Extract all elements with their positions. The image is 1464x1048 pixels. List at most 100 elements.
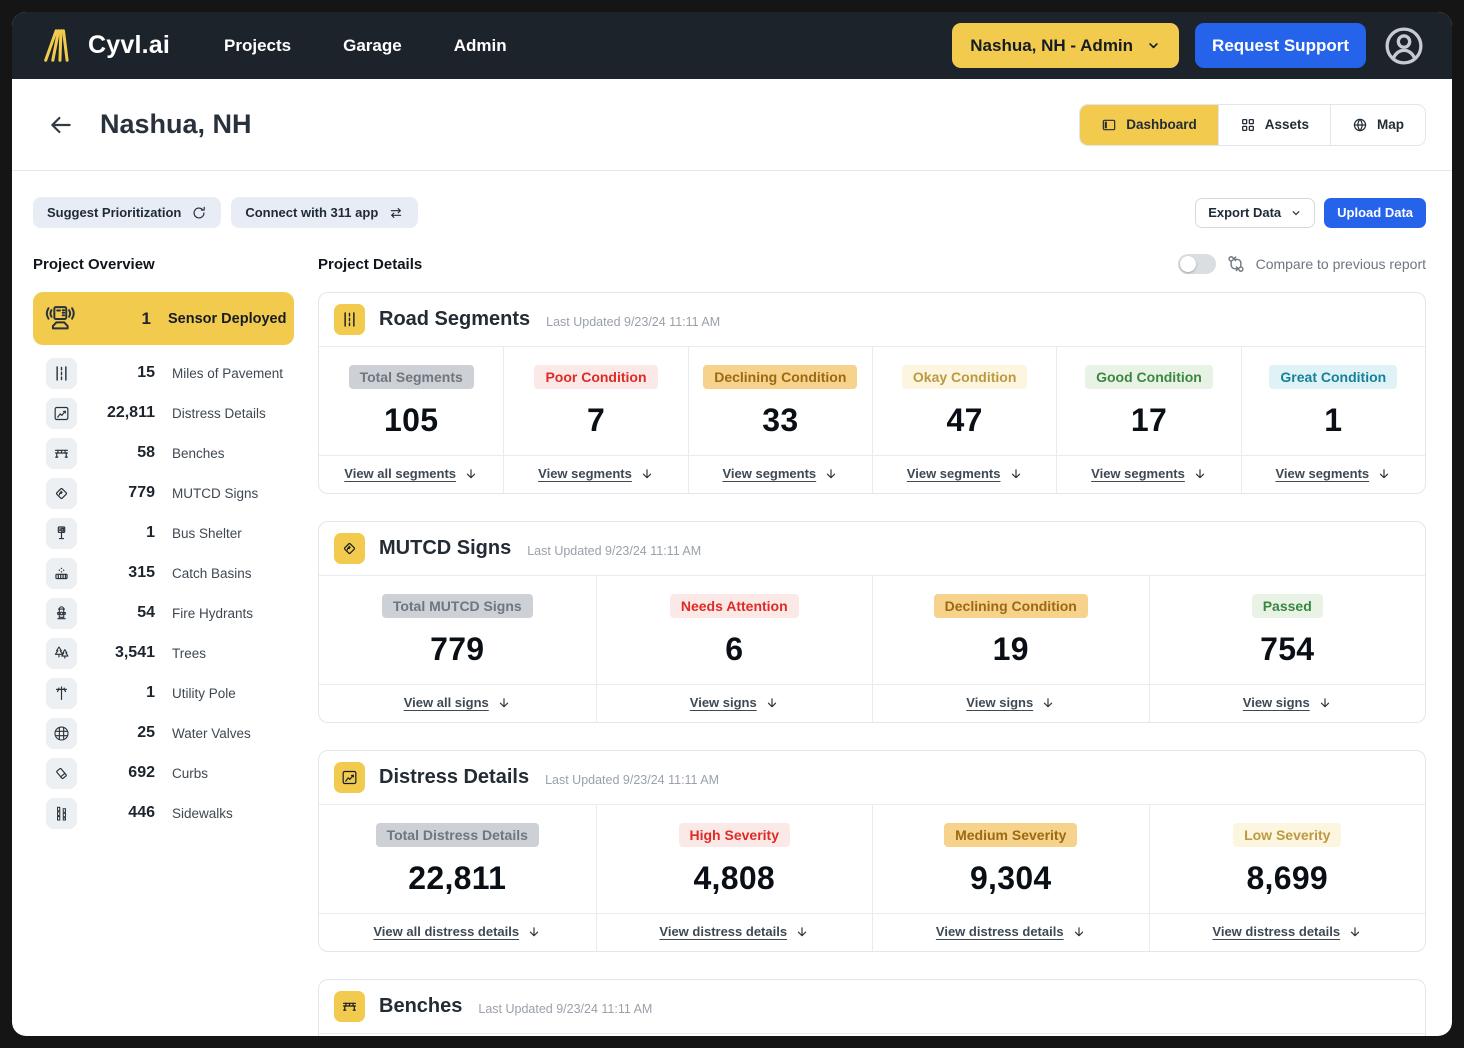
- card-benches: Benches Last Updated 9/23/24 11:11 AM: [318, 979, 1426, 1036]
- card-updated: Last Updated 9/23/24 11:11 AM: [545, 772, 720, 787]
- sidebar-item-sidewalks[interactable]: 446 Sidewalks: [33, 793, 294, 833]
- stat-total-segments: Total Segments 105: [319, 347, 503, 455]
- org-selector-button[interactable]: Nashua, NH - Admin: [952, 23, 1180, 68]
- stat-badge: Total Segments: [348, 365, 474, 389]
- nav-link-garage[interactable]: Garage: [343, 36, 402, 56]
- link-cell: View segments: [503, 456, 687, 493]
- connect-311-label: Connect with 311 app: [245, 205, 379, 220]
- arrow-down-icon: [497, 696, 511, 710]
- stat-value: 1: [1324, 402, 1343, 438]
- link-cell: View all segments: [319, 456, 503, 493]
- tab-dashboard[interactable]: Dashboard: [1080, 104, 1218, 145]
- view-link-declining-condition[interactable]: View segments: [722, 466, 816, 481]
- stat-badge: Low Severity: [1233, 823, 1342, 847]
- view-link-total-segments[interactable]: View all segments: [344, 466, 456, 481]
- card-header: Road Segments Last Updated 9/23/24 11:11 …: [319, 293, 1425, 347]
- sidebar-item-distress-details[interactable]: 22,811 Distress Details: [33, 393, 294, 433]
- utility-pole-icon: [46, 677, 77, 709]
- view-link-declining-condition[interactable]: View signs: [966, 695, 1033, 710]
- card-updated: Last Updated 9/23/24 11:11 AM: [546, 314, 721, 329]
- stat-great-condition: Great Condition 1: [1240, 347, 1425, 455]
- view-link-needs-attention[interactable]: View signs: [690, 695, 757, 710]
- stat-value: 22,811: [408, 860, 507, 896]
- stat-value: 6: [725, 631, 744, 667]
- nav-link-projects[interactable]: Projects: [224, 36, 291, 56]
- sidebar-item-benches[interactable]: 58 Benches: [33, 433, 294, 473]
- tab-label: Dashboard: [1126, 117, 1197, 132]
- brand-logo[interactable]: Cyvl.ai: [40, 27, 170, 65]
- stat-badge: Great Condition: [1269, 365, 1398, 389]
- sidebar-item-utility-pole[interactable]: 1 Utility Pole: [33, 673, 294, 713]
- sidebar-item-fire-hydrants[interactable]: 54 Fire Hydrants: [33, 593, 294, 633]
- arrow-down-icon: [1041, 696, 1055, 710]
- item-label: Fire Hydrants: [172, 605, 254, 621]
- swap-arrows-icon: [388, 205, 404, 221]
- item-label: Water Valves: [172, 725, 251, 741]
- stat-badge: Declining Condition: [933, 594, 1088, 618]
- item-count: 54: [137, 604, 155, 621]
- view-link-high-severity[interactable]: View distress details: [659, 924, 787, 939]
- stat-value: 105: [384, 402, 439, 438]
- view-link-okay-condition[interactable]: View segments: [907, 466, 1001, 481]
- nav-link-admin[interactable]: Admin: [454, 36, 507, 56]
- view-link-good-condition[interactable]: View segments: [1091, 466, 1185, 481]
- tab-assets[interactable]: Assets: [1217, 104, 1330, 145]
- arrow-down-icon: [1348, 925, 1362, 939]
- compare-toggle[interactable]: [1177, 254, 1216, 274]
- sidebar-item-miles-of-pavement[interactable]: 15 Miles of Pavement: [33, 353, 294, 393]
- stat-badge: Declining Condition: [703, 365, 858, 389]
- chevron-down-icon: [1146, 38, 1161, 53]
- link-cell: View segments: [1240, 456, 1425, 493]
- distress-icon: [334, 762, 365, 793]
- suggest-prioritization-button[interactable]: Suggest Prioritization: [33, 197, 222, 228]
- sidebar-item-water-valves[interactable]: 25 Water Valves: [33, 713, 294, 753]
- stat-poor-condition: Poor Condition 7: [503, 347, 687, 455]
- catch-basin-icon: [46, 557, 77, 589]
- item-label: Bus Shelter: [172, 525, 242, 541]
- tab-map[interactable]: Map: [1330, 104, 1425, 145]
- card-updated: Last Updated 9/23/24 11:11 AM: [527, 543, 702, 558]
- compare-control: Compare to previous report: [1177, 254, 1426, 274]
- stat-passed: Passed 754: [1148, 576, 1426, 684]
- arrow-down-icon: [1193, 467, 1207, 481]
- tab-label: Assets: [1264, 117, 1309, 132]
- item-count: 3,541: [114, 644, 155, 661]
- item-label: Trees: [172, 645, 207, 661]
- connect-311-button[interactable]: Connect with 311 app: [231, 197, 419, 228]
- arrow-down-icon: [640, 467, 654, 481]
- app-window: Cyvl.ai Projects Garage Admin Nashua, NH…: [12, 12, 1452, 1036]
- stat-needs-attention: Needs Attention 6: [595, 576, 873, 684]
- view-link-medium-severity[interactable]: View distress details: [936, 924, 1064, 939]
- view-link-great-condition[interactable]: View segments: [1275, 466, 1369, 481]
- back-arrow-icon[interactable]: [48, 112, 74, 138]
- sensor-icon: [41, 300, 79, 338]
- sidebar-item-trees[interactable]: 3,541 Trees: [33, 633, 294, 673]
- view-link-low-severity[interactable]: View distress details: [1212, 924, 1340, 939]
- view-link-passed[interactable]: View signs: [1243, 695, 1310, 710]
- assets-grid-icon: [1240, 117, 1256, 133]
- compare-label: Compare to previous report: [1255, 256, 1426, 272]
- user-avatar-icon[interactable]: [1382, 24, 1426, 68]
- upload-data-button[interactable]: Upload Data: [1324, 197, 1426, 228]
- view-link-total-mutcd-signs[interactable]: View all signs: [404, 695, 489, 710]
- org-selector-label: Nashua, NH - Admin: [970, 35, 1134, 55]
- view-link-total-distress-details[interactable]: View all distress details: [373, 924, 519, 939]
- page-title: Nashua, NH: [100, 109, 252, 139]
- item-count: 25: [137, 724, 155, 741]
- sidebar-item-bus-shelter[interactable]: 1 Bus Shelter: [33, 513, 294, 553]
- stat-value: 754: [1260, 631, 1315, 667]
- suggest-prioritization-label: Suggest Prioritization: [47, 205, 182, 220]
- view-link-poor-condition[interactable]: View segments: [538, 466, 632, 481]
- export-data-label: Export Data: [1208, 205, 1282, 220]
- sidewalk-icon: [46, 797, 77, 829]
- mutcd-sign-icon: [46, 477, 77, 509]
- link-cell: View distress details: [872, 914, 1149, 951]
- arrow-down-icon: [765, 696, 779, 710]
- sidebar-item-curbs[interactable]: 692 Curbs: [33, 753, 294, 793]
- sidebar-item-mutcd-signs[interactable]: 779 MUTCD Signs: [33, 473, 294, 513]
- request-support-button[interactable]: Request Support: [1195, 23, 1366, 68]
- sidebar-item-catch-basins[interactable]: 315 Catch Basins: [33, 553, 294, 593]
- sidebar-item-sensor-deployed[interactable]: 1 Sensor Deployed: [33, 292, 294, 345]
- export-data-button[interactable]: Export Data: [1195, 197, 1316, 228]
- stat-total-distress-details: Total Distress Details 22,811: [319, 805, 596, 913]
